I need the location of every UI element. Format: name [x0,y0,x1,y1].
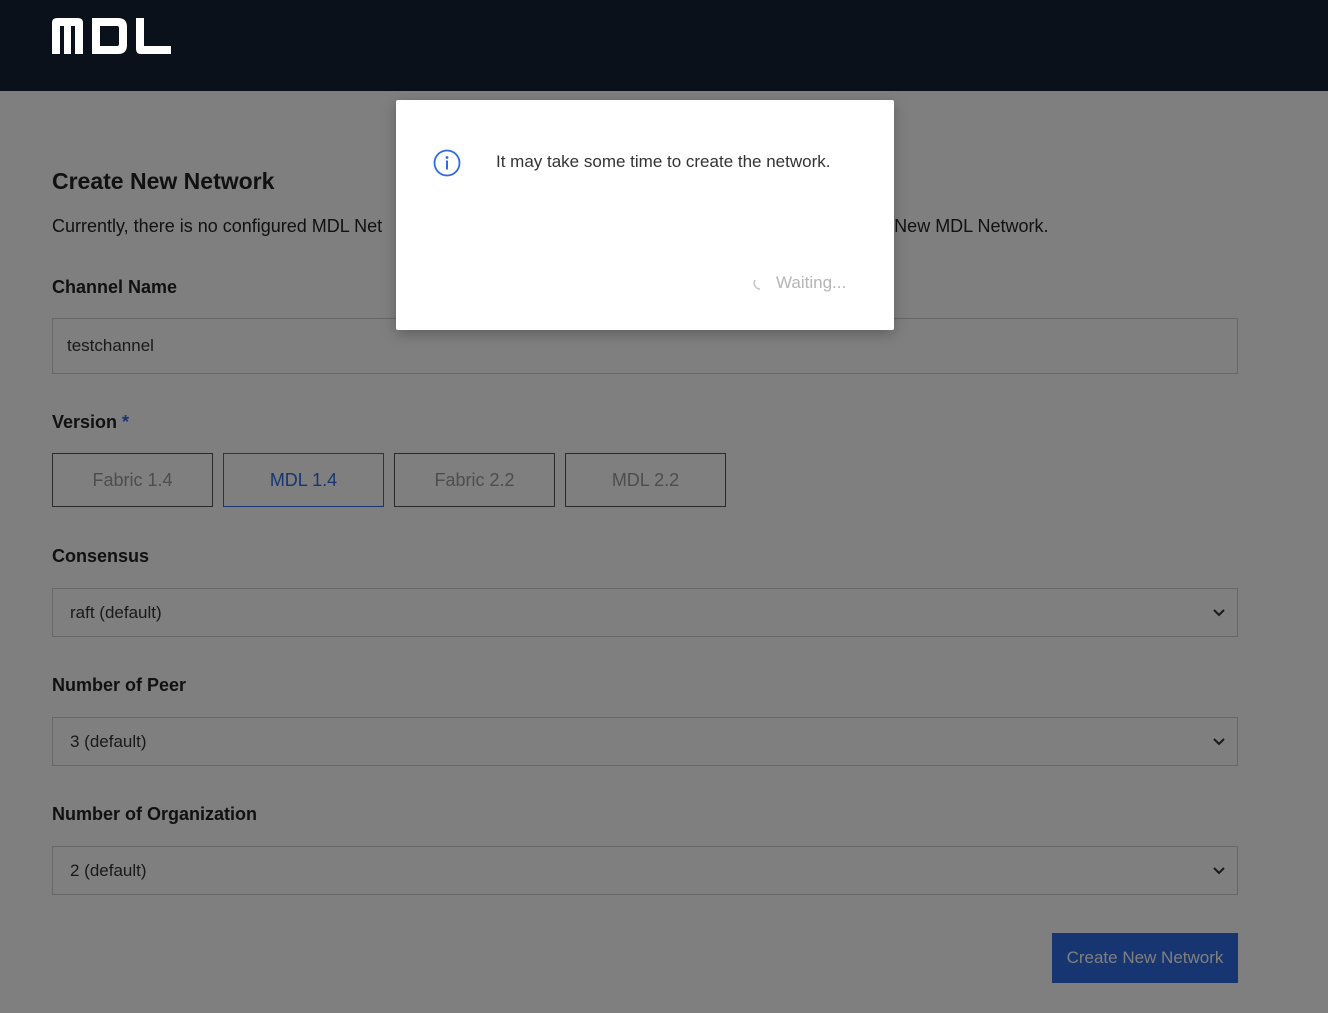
top-bar [0,0,1328,91]
waiting-label: Waiting... [776,273,847,292]
modal-message: It may take some time to create the netw… [496,152,831,171]
info-icon [433,149,461,177]
loading-spinner-icon [753,279,761,290]
modal-waiting-status: Waiting... [752,270,846,296]
info-modal: It may take some time to create the netw… [396,100,894,330]
mdl-logo[interactable] [52,18,172,54]
